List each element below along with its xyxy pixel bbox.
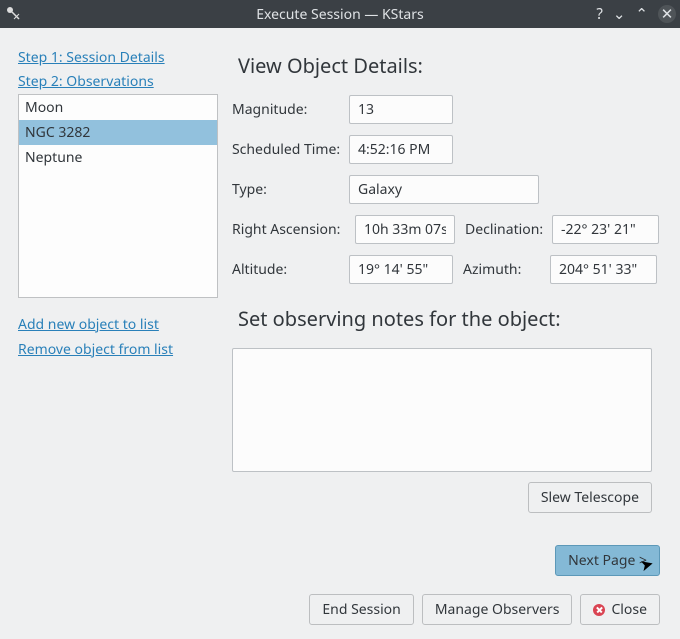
- magnitude-label: Magnitude:: [232, 100, 349, 119]
- main-content: Step 1: Session Details Step 2: Observat…: [0, 28, 680, 545]
- field-row-scheduled-time: Scheduled Time:: [232, 135, 662, 164]
- end-session-button[interactable]: End Session: [309, 594, 413, 625]
- field-row-type: Type:: [232, 175, 662, 204]
- list-item[interactable]: Neptune: [19, 145, 217, 170]
- close-icon: [593, 604, 605, 616]
- type-input[interactable]: [349, 175, 539, 204]
- alt-label: Altitude:: [232, 260, 349, 279]
- window-title: Execute Session — KStars: [256, 5, 424, 24]
- step-link-observations[interactable]: Step 2: Observations: [18, 70, 218, 94]
- details-header: View Object Details:: [238, 52, 656, 79]
- close-button-label: Close: [611, 600, 647, 619]
- help-icon[interactable]: ?: [596, 4, 603, 24]
- close-window-icon[interactable]: ✕: [658, 5, 676, 23]
- list-item[interactable]: Moon: [19, 95, 217, 120]
- ra-input[interactable]: [355, 215, 455, 244]
- titlebar: Execute Session — KStars ? ⌄ ⌃ ✕: [0, 0, 680, 28]
- manage-observers-button[interactable]: Manage Observers: [422, 594, 573, 625]
- alt-input[interactable]: [349, 255, 453, 284]
- az-input[interactable]: [550, 255, 657, 284]
- object-list[interactable]: Moon NGC 3282 Neptune: [18, 94, 218, 298]
- type-label: Type:: [232, 180, 349, 199]
- app-icon: [4, 4, 24, 24]
- minimize-icon[interactable]: ⌄: [613, 4, 626, 24]
- scheduled-time-label: Scheduled Time:: [232, 140, 349, 159]
- slew-telescope-button[interactable]: Slew Telescope: [528, 482, 652, 513]
- step-link-session-details[interactable]: Step 1: Session Details: [18, 46, 218, 70]
- dec-label: Declination:: [465, 220, 552, 239]
- field-row-ra-dec: Right Ascension: Declination:: [232, 215, 662, 244]
- notes-header: Set observing notes for the object:: [238, 305, 656, 332]
- right-panel: View Object Details: Magnitude: Schedule…: [232, 46, 662, 533]
- az-label: Azimuth:: [463, 260, 550, 279]
- notes-textarea[interactable]: [232, 348, 652, 472]
- list-item[interactable]: NGC 3282: [19, 120, 217, 145]
- magnitude-input[interactable]: [349, 95, 453, 124]
- slew-button-row: Slew Telescope: [232, 482, 652, 513]
- next-button-row: Next Page >: [0, 545, 680, 576]
- maximize-icon[interactable]: ⌃: [635, 4, 648, 24]
- next-page-button[interactable]: Next Page >: [555, 545, 660, 576]
- ra-label: Right Ascension:: [232, 220, 355, 239]
- field-row-alt-az: Altitude: Azimuth:: [232, 255, 662, 284]
- close-button[interactable]: Close: [580, 594, 660, 625]
- scheduled-time-input[interactable]: [349, 135, 453, 164]
- dec-input[interactable]: [552, 215, 659, 244]
- left-panel: Step 1: Session Details Step 2: Observat…: [18, 46, 218, 533]
- titlebar-controls: ? ⌄ ⌃ ✕: [596, 4, 676, 24]
- field-row-magnitude: Magnitude:: [232, 95, 662, 124]
- remove-object-link[interactable]: Remove object from list: [18, 340, 218, 359]
- add-object-link[interactable]: Add new object to list: [18, 315, 218, 334]
